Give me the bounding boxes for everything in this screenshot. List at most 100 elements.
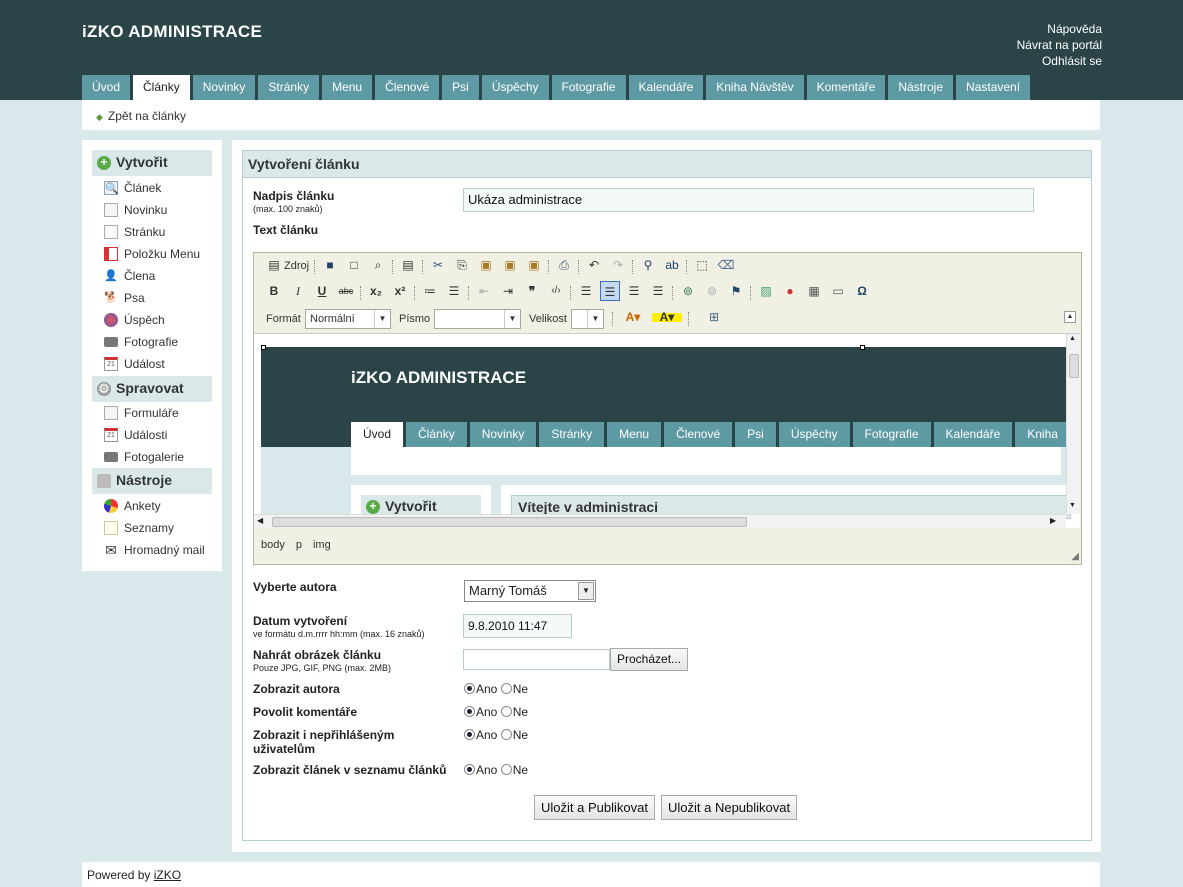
align-justify-icon[interactable]: ☰ [648,281,668,301]
unlink-icon[interactable]: ⊚ [702,281,722,301]
bullet-list-icon[interactable]: ☰ [444,281,464,301]
sidebar-item-polozku-menu[interactable]: Položku Menu [104,245,200,263]
paste-text-icon[interactable]: ▣ [500,255,520,275]
logout-link[interactable]: Odhlásit se [1017,53,1102,69]
show-author-yes-radio[interactable] [464,683,475,694]
redo-icon[interactable]: ↷ [608,255,628,275]
italic-icon[interactable]: I [288,281,308,301]
show-in-list-yes-radio[interactable] [464,764,475,775]
scroll-left-icon[interactable]: ◀ [257,516,263,525]
save-unpublish-button[interactable]: Uložit a Nepublikovat [661,795,798,820]
back-link[interactable]: ◆ Zpět na články [96,109,186,123]
paste-word-icon[interactable]: ▣ [524,255,544,275]
resize-handle[interactable] [860,345,865,350]
author-select[interactable]: Marný Tomáš ▼ [464,580,596,602]
show-author-no-radio[interactable] [500,683,512,694]
special-char-icon[interactable]: Ω [852,281,872,301]
bg-color-icon[interactable]: A▾ [652,307,682,327]
find-icon[interactable]: ⚲ [638,255,658,275]
tab-komentare[interactable]: Komentáře [806,75,886,100]
source-button[interactable]: Zdroj [284,260,309,272]
sidebar-item-udalost[interactable]: 21 Událost [104,355,165,373]
replace-icon[interactable]: ab [662,255,682,275]
portal-link[interactable]: Návrat na portál [1017,37,1102,53]
templates-icon[interactable]: ▤ [398,255,418,275]
blockquote-icon[interactable]: ❞ [522,281,542,301]
tab-uspechy[interactable]: Úspěchy [481,75,549,100]
browse-button[interactable]: Procházet... [610,648,689,671]
align-right-icon[interactable]: ☰ [624,281,644,301]
copy-icon[interactable]: ⎘ [452,255,472,275]
size-select[interactable]: ▼ [571,309,604,329]
sidebar-item-clanek[interactable]: 🔍 Článek [104,179,161,197]
strikethrough-icon[interactable]: abc [336,281,356,301]
align-center-icon[interactable]: ☰ [600,281,620,301]
scroll-down-icon[interactable]: ▼ [1069,502,1076,509]
underline-icon[interactable]: U [312,281,332,301]
anchor-icon[interactable]: ⚑ [726,281,746,301]
path-body[interactable]: body [261,539,285,551]
preview-icon[interactable]: ⌕ [368,255,388,275]
scroll-right-icon[interactable]: ▶ [1050,516,1056,525]
image-icon[interactable]: ▨ [756,281,776,301]
undo-icon[interactable]: ↶ [584,255,604,275]
tab-clanky[interactable]: Články [133,75,190,102]
tab-stranky[interactable]: Stránky [258,75,320,100]
headline-input[interactable]: Ukáza administrace [463,188,1034,212]
tab-psi[interactable]: Psi [442,75,479,100]
sidebar-item-formulare[interactable]: Formuláře [104,404,179,422]
numbered-list-icon[interactable]: ≔ [420,281,440,301]
sidebar-item-clena[interactable]: 👤 Člena [104,267,155,285]
resize-grip-icon[interactable]: ◢ [1071,551,1079,562]
cut-icon[interactable]: ✂ [428,255,448,275]
tab-nastaveni[interactable]: Nastavení [956,75,1031,100]
sidebar-item-novinku[interactable]: Novinku [104,201,167,219]
allow-comments-no-radio[interactable] [500,706,512,717]
paste-icon[interactable]: ▣ [476,255,496,275]
show-anonymous-no-radio[interactable] [500,729,512,740]
align-left-icon[interactable]: ☰ [576,281,596,301]
superscript-icon[interactable]: x² [390,281,410,301]
bold-icon[interactable]: B [264,281,284,301]
show-in-list-no-radio[interactable] [500,764,512,775]
text-color-icon[interactable]: A▾ [618,307,648,327]
scrollbar-thumb[interactable] [1069,354,1079,378]
preview-image[interactable]: iZKO ADMINISTRACE Úvod Články Novinky St… [261,347,1070,449]
horizontal-rule-icon[interactable]: ▭ [828,281,848,301]
show-anonymous-yes-radio[interactable] [464,729,475,740]
path-img[interactable]: img [313,539,331,551]
footer-link[interactable]: iZKO [154,868,181,882]
sidebar-item-psa[interactable]: 🐕 Psa [104,289,145,307]
editor-content-area[interactable]: iZKO ADMINISTRACE Úvod Články Novinky St… [254,333,1080,528]
indent-icon[interactable]: ⇥ [498,281,518,301]
tab-fotografie[interactable]: Fotografie [551,75,626,100]
tab-menu[interactable]: Menu [322,75,373,100]
link-icon[interactable]: ⊚ [678,281,698,301]
remove-format-icon[interactable]: ⌫ [716,255,736,275]
sidebar-item-udalosti[interactable]: 21 Události [104,426,167,444]
maximize-icon[interactable]: ⊞ [704,307,724,327]
image-file-input[interactable] [463,649,610,670]
tab-novinky[interactable]: Novinky [192,75,256,100]
format-select[interactable]: Normální ▼ [305,309,391,329]
select-all-icon[interactable]: ⬚ [692,255,712,275]
sidebar-item-hromadny-mail[interactable]: ✉ Hromadný mail [104,541,205,559]
tab-kniha-navstev[interactable]: Kniha Návštěv [706,75,804,100]
date-input[interactable]: 9.8.2010 11:47 [463,614,572,638]
tab-clenove[interactable]: Členové [375,75,440,100]
editor-horizontal-scrollbar[interactable]: ◀ ▶ [254,514,1066,528]
table-icon[interactable]: ▦ [804,281,824,301]
source-icon[interactable]: ▤ [264,255,284,275]
sidebar-item-fotografie[interactable]: Fotografie [104,333,178,351]
sidebar-item-uspech[interactable]: Úspěch [104,311,165,329]
tab-nastroje[interactable]: Nástroje [888,75,954,100]
sidebar-item-fotogalerie[interactable]: Fotogalerie [104,448,184,466]
print-icon[interactable]: ⎙ [554,255,574,275]
sidebar-item-stranku[interactable]: Stránku [104,223,165,241]
path-p[interactable]: p [296,539,302,551]
allow-comments-yes-radio[interactable] [464,706,475,717]
help-link[interactable]: Nápověda [1017,21,1102,37]
sidebar-item-ankety[interactable]: Ankety [104,497,161,515]
editor-vertical-scrollbar[interactable]: ▲ ▼ [1066,334,1080,514]
tab-kalendare[interactable]: Kalendáře [628,75,704,100]
